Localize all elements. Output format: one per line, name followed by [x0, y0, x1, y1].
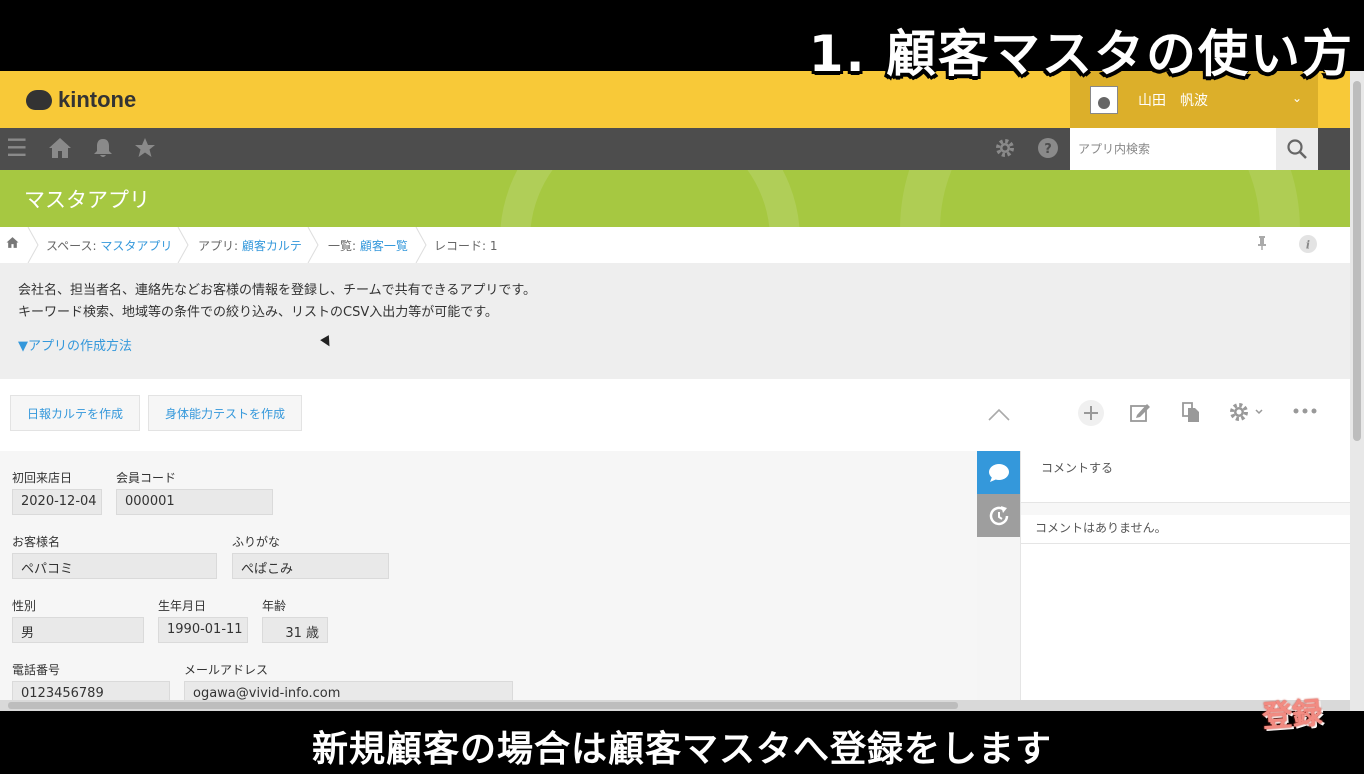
comment-tab[interactable]: [977, 451, 1020, 494]
register-stamp: 登録: [1261, 695, 1324, 736]
breadcrumb: スペース: マスタアプリ アプリ: 顧客カルテ 一覧: 顧客一覧 レコード: 1…: [0, 227, 1350, 263]
breadcrumb-space-prefix: スペース:: [46, 239, 101, 253]
field-label-birthday: 生年月日: [158, 599, 207, 613]
description-line-1: 会社名、担当者名、連絡先などお客様の情報を登録し、チームで共有できるアプリです。: [18, 283, 537, 298]
field-label-age: 年齢: [262, 599, 287, 613]
decoration: [900, 170, 1300, 227]
field-age: 31 歳: [262, 617, 328, 643]
app-description: 会社名、担当者名、連絡先などお客様の情報を登録し、チームで共有できるアプリです。…: [0, 263, 1350, 379]
history-icon: [989, 505, 1008, 525]
description-line-2: キーワード検索、地域等の条件での絞り込み、リストのCSV入出力等が可能です。: [18, 305, 498, 320]
comment-icon: [988, 463, 1009, 482]
field-first-visit: 2020-12-04: [12, 489, 102, 515]
scrollbar-thumb[interactable]: [8, 702, 958, 709]
breadcrumb-home-icon[interactable]: [6, 236, 19, 252]
record-settings-gear-icon[interactable]: [1228, 401, 1266, 428]
field-label-furigana: ふりがな: [232, 535, 281, 549]
breadcrumb-separator: [27, 227, 39, 263]
app-search-input[interactable]: アプリ内検索: [1070, 128, 1276, 170]
video-title-overlay: 1. 顧客マスタの使い方: [808, 25, 1354, 83]
field-label-email: メールアドレス: [184, 663, 269, 677]
scrollbar-thumb[interactable]: [1353, 81, 1361, 441]
duplicate-icon[interactable]: [1180, 401, 1202, 428]
video-frame: 1. 顧客マスタの使い方 kintone 山田 帆波 ⌄ ☰ ? アプリ内検索 …: [0, 0, 1364, 774]
create-fitness-test-button[interactable]: 身体能力テストを作成: [148, 395, 302, 431]
record-detail: 初回来店日 2020-12-04 会員コード 000001 お客様名 ペパコミ …: [0, 451, 977, 711]
search-button[interactable]: [1276, 128, 1318, 170]
side-panel-tabs: [977, 451, 1020, 537]
kintone-logo-icon: [26, 90, 52, 110]
logo-text: kintone: [58, 87, 137, 112]
star-icon[interactable]: [134, 137, 156, 164]
field-member-code: 000001: [116, 489, 273, 515]
field-label-customer-name: お客様名: [12, 535, 61, 549]
info-icon[interactable]: i: [1298, 234, 1318, 257]
field-label-phone: 電話番号: [12, 663, 61, 677]
field-label-gender: 性別: [12, 599, 37, 613]
divider: [1021, 543, 1350, 544]
field-gender: 男: [12, 617, 144, 643]
home-icon[interactable]: [48, 137, 72, 164]
kintone-logo[interactable]: kintone: [26, 87, 136, 113]
decoration: [500, 170, 800, 227]
no-comments-text: コメントはありません。: [1035, 521, 1167, 535]
user-name: 山田 帆波: [1138, 92, 1208, 109]
breadcrumb-separator: [177, 227, 189, 263]
bell-icon[interactable]: [92, 137, 114, 164]
app-creation-toggle[interactable]: ▼アプリの作成方法: [18, 335, 132, 354]
avatar: [1090, 85, 1118, 114]
svg-text:?: ?: [1044, 142, 1052, 157]
app-title: マスタアプリ: [24, 188, 150, 212]
breadcrumb-separator: [307, 227, 319, 263]
breadcrumb-space[interactable]: スペース: マスタアプリ: [46, 237, 172, 254]
record-toolbar: 日報カルテを作成 身体能力テストを作成: [0, 379, 1350, 451]
user-icon: [1098, 96, 1110, 109]
breadcrumb-separator: [415, 227, 427, 263]
field-label-first-visit: 初回来店日: [12, 471, 73, 485]
breadcrumb-app[interactable]: アプリ: 顧客カルテ: [198, 237, 302, 254]
svg-text:i: i: [1306, 239, 1310, 252]
kintone-app: kintone 山田 帆波 ⌄ ☰ ? アプリ内検索 マスタアプリ スペース: …: [0, 71, 1350, 711]
pin-icon[interactable]: [1257, 235, 1267, 254]
breadcrumb-app-prefix: アプリ:: [198, 239, 242, 253]
search-icon: [1287, 139, 1307, 159]
comment-panel: コメントする コメントはありません。: [1020, 451, 1350, 711]
history-tab[interactable]: [977, 494, 1020, 537]
chevron-down-icon: ⌄: [1291, 91, 1302, 105]
breadcrumb-record: レコード: 1: [434, 239, 498, 253]
field-furigana: ぺぱこみ: [232, 553, 389, 579]
more-options-icon[interactable]: [1292, 399, 1318, 423]
add-record-icon[interactable]: [1077, 399, 1105, 432]
vertical-scrollbar[interactable]: [1350, 71, 1364, 711]
video-caption: 新規顧客の場合は顧客マスタへ登録をします: [311, 729, 1052, 770]
create-daily-report-button[interactable]: 日報カルテを作成: [10, 395, 140, 431]
app-title-bar: マスタアプリ: [0, 170, 1350, 227]
breadcrumb-view-link[interactable]: 顧客一覧: [360, 239, 408, 253]
edit-icon[interactable]: [1129, 401, 1151, 428]
field-label-member-code: 会員コード: [116, 471, 177, 485]
breadcrumb-view-prefix: 一覧:: [328, 239, 360, 253]
breadcrumb-view[interactable]: 一覧: 顧客一覧: [328, 237, 408, 254]
mouse-cursor-icon: [320, 335, 334, 349]
navbar: ☰ ? アプリ内検索: [0, 128, 1350, 170]
field-birthday: 1990-01-11: [158, 617, 248, 643]
breadcrumb-space-link[interactable]: マスタアプリ: [100, 239, 172, 253]
breadcrumb-app-link[interactable]: 顧客カルテ: [242, 239, 302, 253]
help-icon[interactable]: ?: [1037, 137, 1059, 164]
field-customer-name: ペパコミ: [12, 553, 217, 579]
menu-icon[interactable]: ☰: [6, 134, 28, 162]
comment-input[interactable]: コメントする: [1021, 451, 1350, 503]
divider: [1021, 503, 1350, 515]
settings-gear-icon[interactable]: [994, 137, 1016, 164]
chevron-up-icon[interactable]: [988, 403, 1010, 427]
